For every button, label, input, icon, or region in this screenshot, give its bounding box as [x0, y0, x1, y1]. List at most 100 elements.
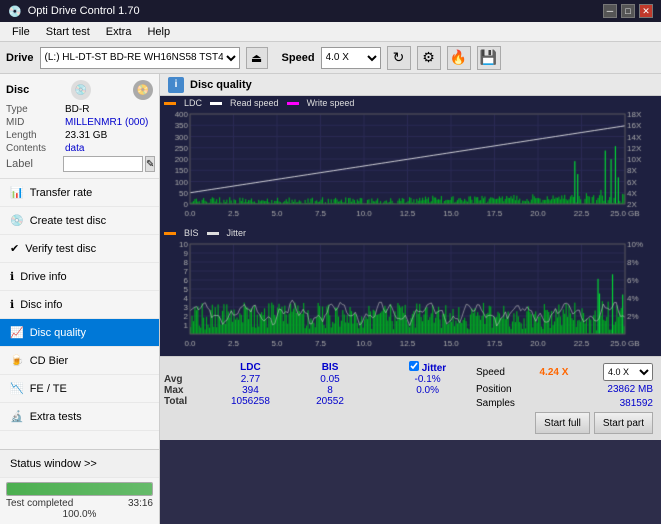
titlebar-title: 💿 Opti Drive Control 1.70 [8, 5, 140, 18]
drive-info-label: Drive info [20, 271, 66, 283]
stats-table: LDC BIS Jitter Avg 2.77 0.05 -0.1% [164, 361, 472, 436]
disc-quality-panel-title: Disc quality [190, 79, 252, 91]
cd-bier-icon: 🍺 [10, 354, 24, 367]
menu-start-test[interactable]: Start test [38, 24, 98, 40]
disc-label-label: Label [6, 158, 61, 170]
sidebar-item-transfer-rate[interactable]: 📊 Transfer rate [0, 179, 159, 207]
disc-length-row: Length 23.31 GB [6, 130, 153, 141]
write-speed-legend-color [287, 102, 299, 105]
disc-length-label: Length [6, 130, 61, 141]
speed-stat-value: 4.24 X [540, 367, 569, 378]
settings-button[interactable]: ⚙ [417, 46, 441, 70]
verify-test-disc-label: Verify test disc [25, 243, 96, 255]
disc-label-row: Label ✎ [6, 156, 153, 172]
total-ldc: 1056258 [204, 396, 297, 407]
time-text: 33:16 [128, 498, 153, 509]
disc-mid-label: MID [6, 117, 61, 128]
transfer-rate-icon: 📊 [10, 186, 24, 199]
disc-title: Disc [6, 84, 29, 96]
max-ldc: 394 [204, 385, 297, 396]
disc-label-input[interactable] [63, 156, 143, 172]
app-title: Opti Drive Control 1.70 [28, 5, 140, 17]
progress-row: Test completed 33:16 [6, 498, 153, 509]
progress-section: Test completed 33:16 100.0% [0, 478, 159, 524]
stats-row: LDC BIS Jitter Avg 2.77 0.05 -0.1% [160, 356, 661, 440]
burn-button[interactable]: 🔥 [447, 46, 471, 70]
speed-select-stat[interactable]: 4.0 X [603, 363, 653, 381]
write-speed-legend-label: Write speed [307, 98, 355, 108]
sidebar: Disc 💿 📀 Type BD-R MID MILLENMR1 (000) L… [0, 74, 160, 524]
ldc-chart [160, 110, 650, 222]
ldc-legend-label: LDC [184, 98, 202, 108]
bis-chart [160, 240, 650, 352]
sidebar-item-disc-info[interactable]: ℹ Disc info [0, 291, 159, 319]
sidebar-item-extra-tests[interactable]: 🔬 Extra tests [0, 403, 159, 431]
disc-length-value: 23.31 GB [65, 130, 107, 141]
maximize-button[interactable]: □ [621, 4, 635, 18]
top-chart-container: LDC Read speed Write speed [160, 96, 661, 226]
disc-type-row: Type BD-R [6, 104, 153, 115]
disc-mid-value: MILLENMR1 (000) [65, 117, 148, 128]
disc-icon2: 📀 [133, 80, 153, 100]
extra-tests-label: Extra tests [30, 411, 82, 423]
speed-label: Speed [282, 52, 315, 64]
start-part-button[interactable]: Start part [594, 412, 653, 434]
jitter-checkbox[interactable] [409, 361, 419, 371]
eject-button[interactable]: ⏏ [246, 47, 268, 69]
menu-extra[interactable]: Extra [98, 24, 140, 40]
avg-ldc: 2.77 [204, 374, 297, 385]
disc-section: Disc 💿 📀 Type BD-R MID MILLENMR1 (000) L… [0, 74, 159, 179]
samples-value: 381592 [620, 398, 653, 409]
disc-contents-value: data [65, 143, 84, 154]
sidebar-item-cd-bier[interactable]: 🍺 CD Bier [0, 347, 159, 375]
disc-info-icon: ℹ [10, 298, 14, 311]
nav-items: 📊 Transfer rate 💿 Create test disc ✔ Ver… [0, 179, 159, 449]
close-button[interactable]: ✕ [639, 4, 653, 18]
samples-row: Samples 381592 [476, 398, 653, 409]
speed-select[interactable]: 4.0 X 2.0 X 8.0 X [321, 47, 381, 69]
drive-label: Drive [6, 52, 34, 64]
save-button[interactable]: 💾 [477, 46, 501, 70]
samples-label: Samples [476, 398, 515, 409]
drive-select[interactable]: (L:) HL-DT-ST BD-RE WH16NS58 TST4 [40, 47, 240, 69]
sidebar-item-drive-info[interactable]: ℹ Drive info [0, 263, 159, 291]
drive-toolbar: Drive (L:) HL-DT-ST BD-RE WH16NS58 TST4 … [0, 42, 661, 74]
status-window-label: Status window >> [10, 458, 97, 470]
sidebar-item-verify-test-disc[interactable]: ✔ Verify test disc [0, 235, 159, 263]
refresh-button[interactable]: ↻ [387, 46, 411, 70]
main-content: i Disc quality LDC Read speed Write spee… [160, 74, 661, 524]
disc-contents-row: Contents data [6, 143, 153, 154]
menu-help[interactable]: Help [139, 24, 178, 40]
read-speed-legend-label: Read speed [230, 98, 279, 108]
max-row-label: Max [164, 385, 204, 396]
menu-file[interactable]: File [4, 24, 38, 40]
speed-row: Speed 4.24 X 4.0 X [476, 363, 653, 381]
jitter-legend-color [207, 232, 219, 235]
status-section: Status window >> Test completed 33:16 10… [0, 449, 159, 524]
bis-legend-color [164, 232, 176, 235]
bis-header: BIS [297, 361, 363, 374]
status-window-button[interactable]: Status window >> [0, 450, 159, 478]
sidebar-item-disc-quality[interactable]: 📈 Disc quality [0, 319, 159, 347]
sidebar-item-create-test-disc[interactable]: 💿 Create test disc [0, 207, 159, 235]
avg-bis: 0.05 [297, 374, 363, 385]
cd-bier-label: CD Bier [30, 355, 69, 367]
fe-te-label: FE / TE [30, 383, 67, 395]
sidebar-item-fe-te[interactable]: 📉 FE / TE [0, 375, 159, 403]
menubar: File Start test Extra Help [0, 22, 661, 42]
start-full-button[interactable]: Start full [535, 412, 590, 434]
disc-type-label: Type [6, 104, 61, 115]
disc-quality-panel-icon: i [168, 77, 184, 93]
progress-bar [6, 482, 153, 496]
max-jitter: 0.0% [383, 385, 472, 396]
disc-mid-row: MID MILLENMR1 (000) [6, 117, 153, 128]
extra-tests-icon: 🔬 [10, 410, 24, 423]
titlebar-controls: ─ □ ✕ [603, 4, 653, 18]
ldc-legend-color [164, 102, 176, 105]
avg-row-label: Avg [164, 374, 204, 385]
right-stats: Speed 4.24 X 4.0 X Position 23862 MB Sam… [472, 361, 657, 436]
verify-test-disc-icon: ✔ [10, 242, 19, 255]
disc-header: Disc 💿 📀 [6, 80, 153, 100]
minimize-button[interactable]: ─ [603, 4, 617, 18]
disc-label-edit-button[interactable]: ✎ [145, 156, 155, 172]
